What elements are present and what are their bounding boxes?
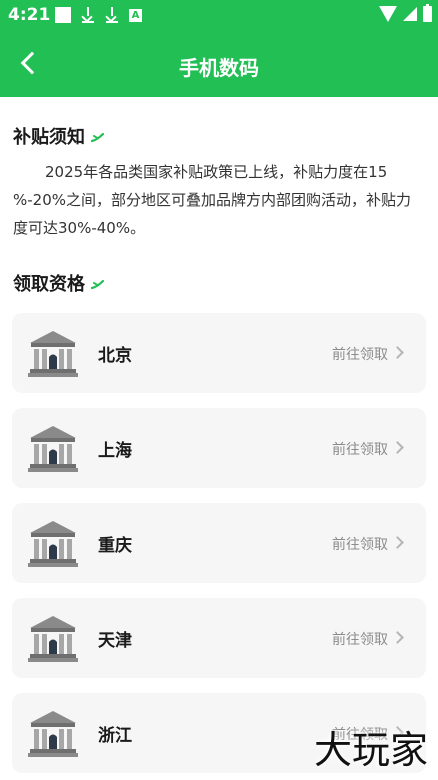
notice-section-title: 补贴须知 xyxy=(13,123,105,149)
region-card-beijing[interactable]: 北京 前往领取 xyxy=(12,313,426,393)
claim-link[interactable]: 前往领取 xyxy=(332,439,388,459)
bank-icon xyxy=(28,711,78,757)
eligibility-section-title: 领取资格 xyxy=(13,270,105,296)
notice-title-text: 补贴须知 xyxy=(13,127,85,148)
system-icons xyxy=(379,4,432,22)
leaf-icon xyxy=(91,133,105,143)
notification-icons: A xyxy=(55,7,142,23)
notice-body: 2025年各品类国家补贴政策已上线，补贴力度在15 %-20%之间，部分地区可叠… xyxy=(13,163,412,237)
claim-link[interactable]: 前往领取 xyxy=(332,534,388,554)
region-card-shanghai[interactable]: 上海 前往领取 xyxy=(12,408,426,488)
claim-link[interactable]: 前往领取 xyxy=(332,344,388,364)
bank-icon xyxy=(28,521,78,567)
download-icon xyxy=(81,7,95,23)
chevron-right-icon xyxy=(391,631,404,644)
battery-icon xyxy=(423,4,432,22)
eligibility-title-text: 领取资格 xyxy=(13,274,85,295)
region-card-chongqing[interactable]: 重庆 前往领取 xyxy=(12,503,426,583)
notification-square-icon xyxy=(55,7,71,23)
bank-icon xyxy=(28,616,78,662)
watermark-text: 大玩家 xyxy=(313,728,428,772)
app-bar: 手机数码 xyxy=(0,30,438,97)
wifi-icon xyxy=(379,6,397,22)
download-icon xyxy=(105,7,119,23)
a-font-icon: A xyxy=(129,8,142,22)
page-title: 手机数码 xyxy=(179,56,259,80)
region-name: 浙江 xyxy=(98,726,132,746)
signal-icon xyxy=(403,7,417,21)
region-name: 重庆 xyxy=(98,536,132,556)
bank-icon xyxy=(28,426,78,472)
region-name: 北京 xyxy=(98,346,132,366)
region-name: 天津 xyxy=(98,631,132,651)
region-card-tianjin[interactable]: 天津 前往领取 xyxy=(12,598,426,678)
chevron-right-icon xyxy=(391,346,404,359)
claim-link[interactable]: 前往领取 xyxy=(332,629,388,649)
chevron-right-icon xyxy=(391,441,404,454)
leaf-icon xyxy=(91,280,105,290)
region-name: 上海 xyxy=(98,441,132,461)
status-time: 4:21 xyxy=(8,5,51,25)
chevron-right-icon xyxy=(391,536,404,549)
status-bar: 4:21 A xyxy=(0,0,438,30)
bank-icon xyxy=(28,331,78,377)
